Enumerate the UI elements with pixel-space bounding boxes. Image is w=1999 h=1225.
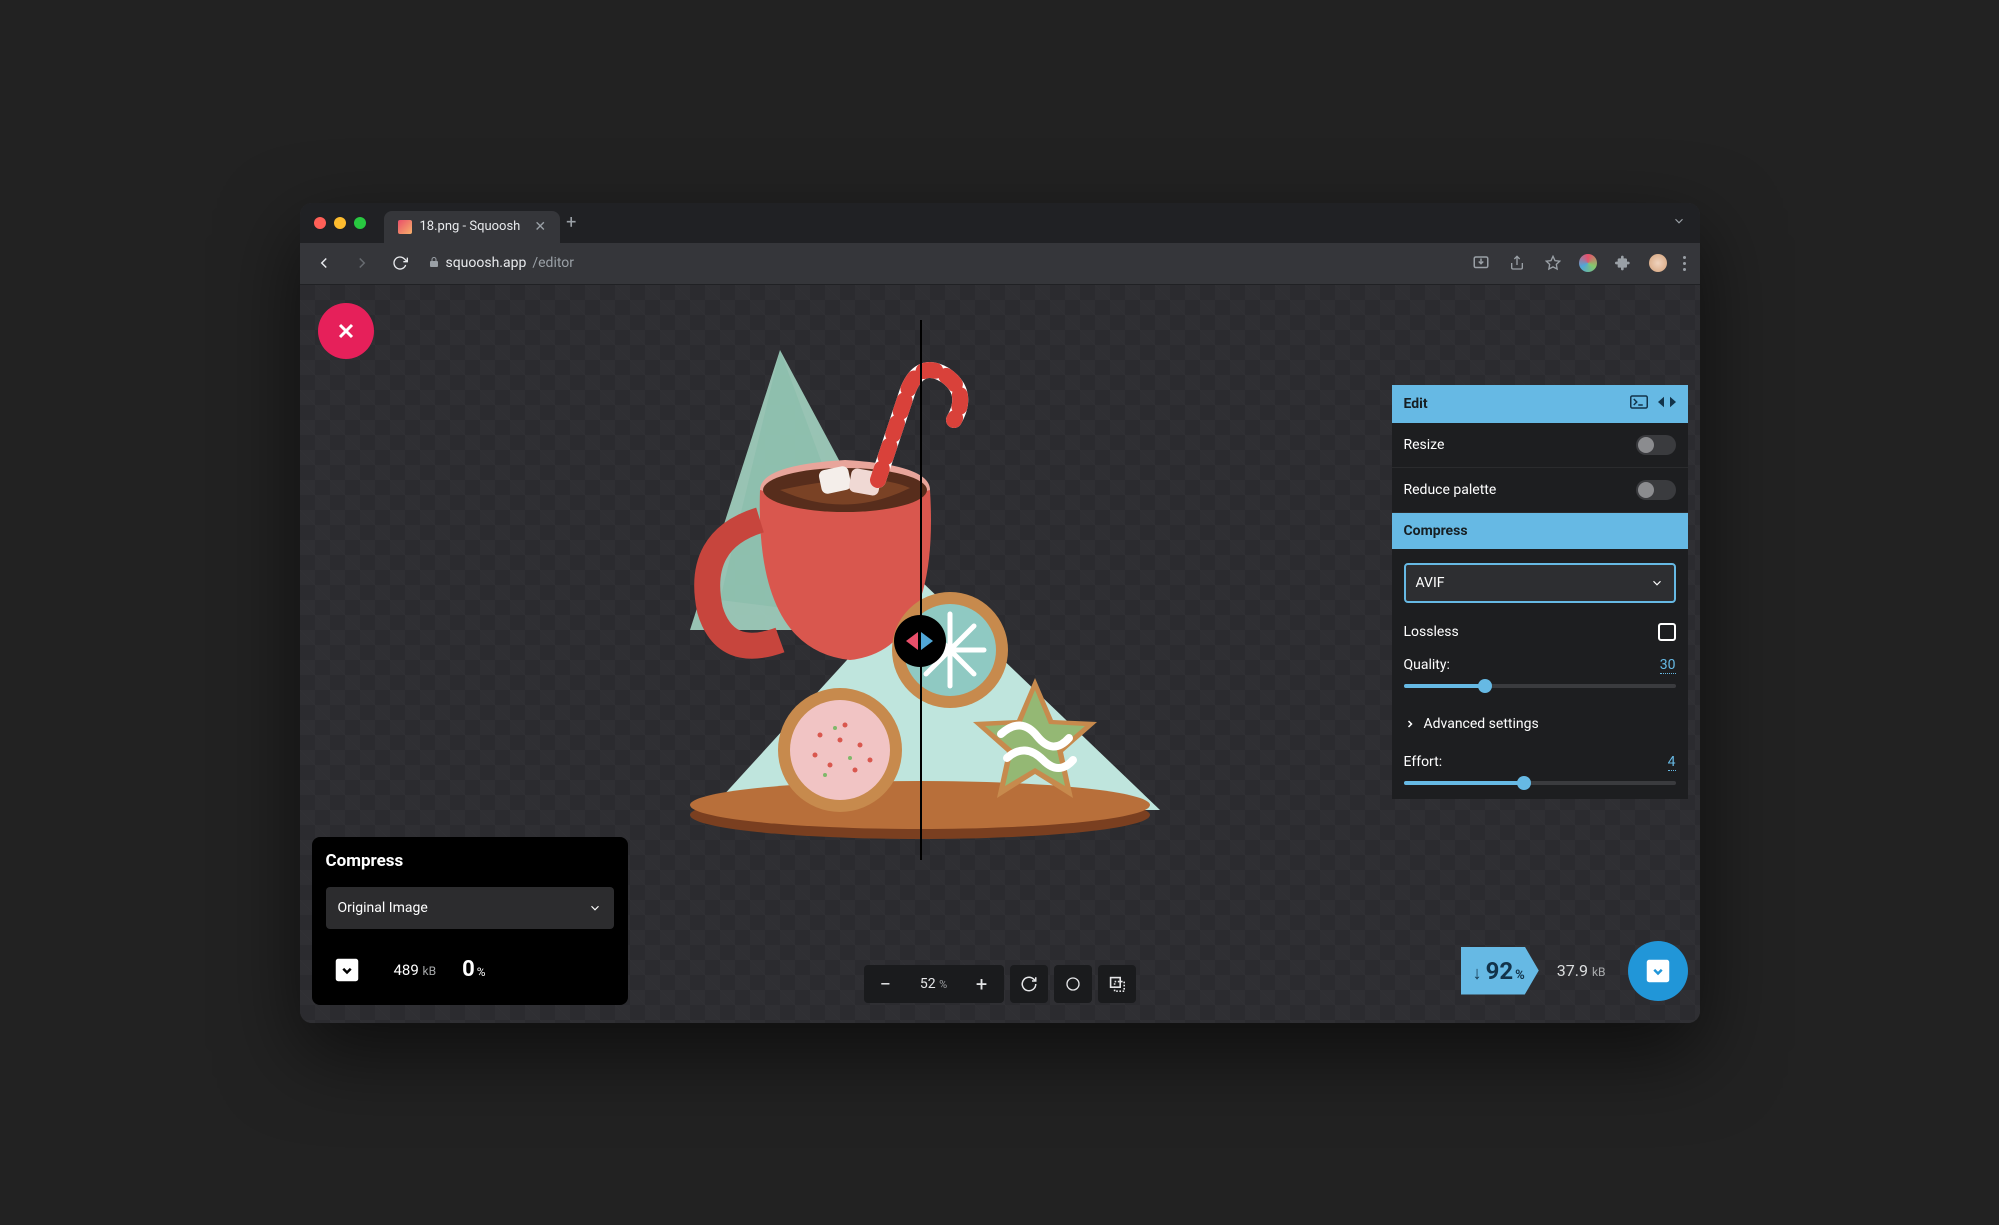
codec-value: AVIF bbox=[1416, 575, 1445, 591]
advanced-settings-toggle[interactable]: Advanced settings bbox=[1392, 702, 1688, 746]
zoom-value[interactable]: 52 % bbox=[908, 976, 960, 992]
url-host: squoosh.app bbox=[446, 255, 527, 271]
compare-handle[interactable] bbox=[894, 615, 946, 667]
lock-icon bbox=[428, 256, 440, 271]
codec-select[interactable]: AVIF bbox=[1404, 563, 1676, 603]
url-path: /editor bbox=[532, 255, 574, 271]
tab-title: 18.png - Squoosh bbox=[420, 219, 521, 234]
image-preview[interactable] bbox=[640, 320, 1200, 860]
new-tab-button[interactable]: + bbox=[566, 212, 576, 233]
chevron-down-icon bbox=[588, 901, 602, 915]
profile-avatar[interactable] bbox=[1649, 254, 1667, 272]
tabs-dropdown-button[interactable] bbox=[1672, 213, 1686, 232]
forward-button[interactable] bbox=[352, 253, 372, 273]
advanced-label: Advanced settings bbox=[1424, 716, 1539, 732]
download-right-button[interactable] bbox=[1628, 941, 1688, 1001]
download-left-button[interactable] bbox=[326, 949, 368, 991]
left-codec-select[interactable]: Original Image bbox=[326, 887, 614, 929]
browser-toolbar: squoosh.app/editor bbox=[300, 243, 1700, 285]
result-bar: ↓ 92 % 37.9 kB bbox=[1461, 941, 1688, 1001]
window-controls bbox=[314, 217, 366, 229]
lossless-checkbox[interactable] bbox=[1658, 623, 1676, 641]
extension-icon-1[interactable] bbox=[1579, 254, 1597, 272]
install-app-icon[interactable] bbox=[1471, 253, 1491, 273]
quality-label: Quality: bbox=[1404, 657, 1450, 674]
lossless-row: Lossless bbox=[1392, 615, 1688, 649]
lossless-label: Lossless bbox=[1404, 624, 1459, 640]
result-filesize: 37.9 kB bbox=[1539, 961, 1624, 980]
quality-row: Quality: 30 bbox=[1392, 649, 1688, 702]
editor-canvas: Compress Original Image 489 kB 0% Edit bbox=[300, 285, 1700, 1023]
app-window: 18.png - Squoosh ✕ + squoosh.app/editor bbox=[300, 203, 1700, 1023]
minimize-window-button[interactable] bbox=[334, 217, 346, 229]
compress-header: Compress bbox=[1392, 513, 1688, 549]
favicon-icon bbox=[398, 220, 412, 234]
browser-tab[interactable]: 18.png - Squoosh ✕ bbox=[384, 211, 561, 243]
swap-sides-icon[interactable] bbox=[1658, 395, 1676, 413]
chevron-right-icon bbox=[1404, 718, 1416, 730]
effort-slider[interactable] bbox=[1404, 781, 1676, 785]
left-codec-value: Original Image bbox=[338, 900, 428, 916]
cli-icon[interactable] bbox=[1630, 395, 1648, 413]
quality-slider[interactable] bbox=[1404, 684, 1676, 688]
compress-header-title: Compress bbox=[1404, 523, 1468, 539]
quality-value[interactable]: 30 bbox=[1660, 657, 1676, 674]
zoom-out-button[interactable]: − bbox=[872, 972, 900, 996]
edit-header: Edit bbox=[1392, 385, 1688, 423]
effort-row: Effort: 4 bbox=[1392, 746, 1688, 799]
effort-value[interactable]: 4 bbox=[1668, 754, 1676, 771]
rotate-button[interactable] bbox=[1010, 965, 1048, 1003]
bookmark-icon[interactable] bbox=[1543, 253, 1563, 273]
savings-percent: 92 bbox=[1486, 957, 1514, 985]
effort-label: Effort: bbox=[1404, 754, 1443, 771]
address-bar[interactable]: squoosh.app/editor bbox=[428, 255, 575, 271]
reduce-palette-label: Reduce palette bbox=[1404, 482, 1497, 498]
chevron-down-icon bbox=[1650, 576, 1664, 590]
compare-divider bbox=[920, 320, 922, 860]
reduce-palette-toggle[interactable] bbox=[1636, 480, 1676, 500]
left-panel-title: Compress bbox=[326, 851, 614, 871]
close-image-button[interactable] bbox=[318, 303, 374, 359]
savings-chip: ↓ 92 % bbox=[1461, 947, 1539, 995]
browser-menu-button[interactable] bbox=[1683, 256, 1686, 271]
resize-row: Resize bbox=[1392, 423, 1688, 468]
arrow-down-icon: ↓ bbox=[1473, 963, 1482, 984]
left-filesize: 489 kB bbox=[394, 961, 437, 979]
reload-button[interactable] bbox=[390, 253, 410, 273]
zoom-controls: − 52 % + bbox=[864, 965, 1136, 1003]
close-tab-button[interactable]: ✕ bbox=[534, 219, 546, 235]
extensions-icon[interactable] bbox=[1613, 253, 1633, 273]
edit-header-title: Edit bbox=[1404, 396, 1428, 412]
close-window-button[interactable] bbox=[314, 217, 326, 229]
right-settings-panel: Edit Resize Reduce palette bbox=[1392, 385, 1688, 799]
left-percent-change: 0% bbox=[462, 957, 485, 982]
zoom-in-button[interactable]: + bbox=[968, 972, 996, 996]
transparency-toggle-button[interactable] bbox=[1098, 965, 1136, 1003]
resize-toggle[interactable] bbox=[1636, 435, 1676, 455]
share-icon[interactable] bbox=[1507, 253, 1527, 273]
left-compress-panel: Compress Original Image 489 kB 0% bbox=[312, 837, 628, 1005]
back-button[interactable] bbox=[314, 253, 334, 273]
titlebar: 18.png - Squoosh ✕ + bbox=[300, 203, 1700, 243]
resize-label: Resize bbox=[1404, 437, 1445, 453]
background-toggle-button[interactable] bbox=[1054, 965, 1092, 1003]
reduce-palette-row: Reduce palette bbox=[1392, 468, 1688, 513]
zoom-window-button[interactable] bbox=[354, 217, 366, 229]
zoom-segment: − 52 % + bbox=[864, 965, 1004, 1003]
